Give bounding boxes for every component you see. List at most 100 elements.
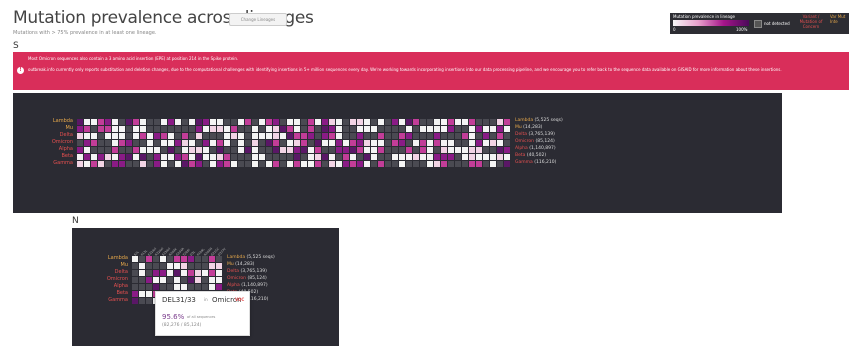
- heatmap-cell[interactable]: [105, 154, 111, 160]
- heatmap-cell[interactable]: [189, 140, 195, 146]
- heatmap-cell[interactable]: [189, 126, 195, 132]
- heatmap-cell[interactable]: [231, 126, 237, 132]
- heatmap-cell[interactable]: [252, 154, 258, 160]
- heatmap-cell[interactable]: [238, 140, 244, 146]
- heatmap-cell[interactable]: [364, 140, 370, 146]
- heatmap-cell[interactable]: [196, 133, 202, 139]
- heatmap-cell[interactable]: [245, 140, 251, 146]
- heatmap-cell[interactable]: [196, 154, 202, 160]
- heatmap-cell[interactable]: [154, 147, 160, 153]
- heatmap-cell[interactable]: [202, 277, 208, 283]
- heatmap-cell[interactable]: [196, 161, 202, 167]
- heatmap-cell[interactable]: [140, 126, 146, 132]
- heatmap-cell[interactable]: [189, 119, 195, 125]
- heatmap-cell[interactable]: [77, 126, 83, 132]
- heatmap-cell[interactable]: [483, 147, 489, 153]
- heatmap-cell[interactable]: [245, 147, 251, 153]
- heatmap-cell[interactable]: [434, 133, 440, 139]
- heatmap-cell[interactable]: [266, 161, 272, 167]
- heatmap-cell[interactable]: [160, 277, 166, 283]
- heatmap-cell[interactable]: [189, 161, 195, 167]
- heatmap-cell[interactable]: [364, 126, 370, 132]
- heatmap-cell[interactable]: [217, 147, 223, 153]
- heatmap-cell[interactable]: [336, 133, 342, 139]
- heatmap-cell[interactable]: [119, 161, 125, 167]
- heatmap-cell[interactable]: [238, 119, 244, 125]
- heatmap-cell[interactable]: [441, 147, 447, 153]
- heatmap-cell[interactable]: [497, 133, 503, 139]
- heatmap-cell[interactable]: [202, 263, 208, 269]
- heatmap-cell[interactable]: [392, 161, 398, 167]
- heatmap-cell[interactable]: [329, 140, 335, 146]
- heatmap-cell[interactable]: [378, 161, 384, 167]
- heatmap-cell[interactable]: [147, 147, 153, 153]
- heatmap-cell[interactable]: [181, 270, 187, 276]
- heatmap-cell[interactable]: [132, 298, 138, 304]
- heatmap-cell[interactable]: [174, 270, 180, 276]
- heatmap-cell[interactable]: [112, 154, 118, 160]
- heatmap-cell[interactable]: [238, 147, 244, 153]
- heatmap-cell[interactable]: [146, 291, 152, 297]
- heatmap-cell[interactable]: [238, 133, 244, 139]
- heatmap-cell[interactable]: [392, 140, 398, 146]
- heatmap-cell[interactable]: [259, 140, 265, 146]
- heatmap-cell[interactable]: [210, 119, 216, 125]
- heatmap-cell[interactable]: [392, 133, 398, 139]
- heatmap-cell[interactable]: [217, 140, 223, 146]
- heatmap-cell[interactable]: [98, 161, 104, 167]
- lineage-label-delta[interactable]: Delta: [23, 132, 73, 138]
- heatmap-cell[interactable]: [98, 133, 104, 139]
- heatmap-cell[interactable]: [329, 133, 335, 139]
- heatmap-cell[interactable]: [217, 133, 223, 139]
- heatmap-cell[interactable]: [133, 140, 139, 146]
- heatmap-cell[interactable]: [139, 263, 145, 269]
- heatmap-cell[interactable]: [132, 277, 138, 283]
- heatmap-cell[interactable]: [350, 119, 356, 125]
- heatmap-cell[interactable]: [245, 133, 251, 139]
- heatmap-cell[interactable]: [224, 119, 230, 125]
- heatmap-cell[interactable]: [182, 161, 188, 167]
- heatmap-cell[interactable]: [287, 119, 293, 125]
- heatmap-cell[interactable]: [357, 140, 363, 146]
- heatmap-cell[interactable]: [462, 119, 468, 125]
- heatmap-cell[interactable]: [490, 147, 496, 153]
- heatmap-cell[interactable]: [203, 147, 209, 153]
- heatmap-cell[interactable]: [343, 154, 349, 160]
- heatmap-cell[interactable]: [357, 126, 363, 132]
- heatmap-cell[interactable]: [112, 126, 118, 132]
- heatmap-cell[interactable]: [455, 161, 461, 167]
- heatmap-cell[interactable]: [153, 277, 159, 283]
- heatmap-cell[interactable]: [259, 161, 265, 167]
- heatmap-cell[interactable]: [322, 154, 328, 160]
- heatmap-cell[interactable]: [231, 147, 237, 153]
- heatmap-cell[interactable]: [350, 126, 356, 132]
- heatmap-cell[interactable]: [105, 147, 111, 153]
- heatmap-cell[interactable]: [462, 161, 468, 167]
- heatmap-cell[interactable]: [308, 133, 314, 139]
- heatmap-cell[interactable]: [294, 154, 300, 160]
- heatmap-cell[interactable]: [441, 133, 447, 139]
- heatmap-cell[interactable]: [504, 126, 510, 132]
- heatmap-cell[interactable]: [413, 161, 419, 167]
- heatmap-cell[interactable]: [364, 147, 370, 153]
- heatmap-cell[interactable]: [322, 133, 328, 139]
- heatmap-cell[interactable]: [336, 161, 342, 167]
- heatmap-cell[interactable]: [126, 119, 132, 125]
- heatmap-cell[interactable]: [266, 154, 272, 160]
- heatmap-cell[interactable]: [287, 147, 293, 153]
- heatmap-cell[interactable]: [139, 291, 145, 297]
- heatmap-cell[interactable]: [448, 161, 454, 167]
- heatmap-cell[interactable]: [259, 133, 265, 139]
- heatmap-cell[interactable]: [322, 119, 328, 125]
- heatmap-cell[interactable]: [469, 126, 475, 132]
- heatmap-cell[interactable]: [210, 147, 216, 153]
- heatmap-cell[interactable]: [399, 147, 405, 153]
- heatmap-cell[interactable]: [188, 270, 194, 276]
- heatmap-cell[interactable]: [490, 140, 496, 146]
- heatmap-cell[interactable]: [91, 161, 97, 167]
- heatmap-cell[interactable]: [343, 119, 349, 125]
- heatmap-cell[interactable]: [273, 147, 279, 153]
- heatmap-cell[interactable]: [476, 147, 482, 153]
- heatmap-cell[interactable]: [287, 154, 293, 160]
- heatmap-cell[interactable]: [441, 119, 447, 125]
